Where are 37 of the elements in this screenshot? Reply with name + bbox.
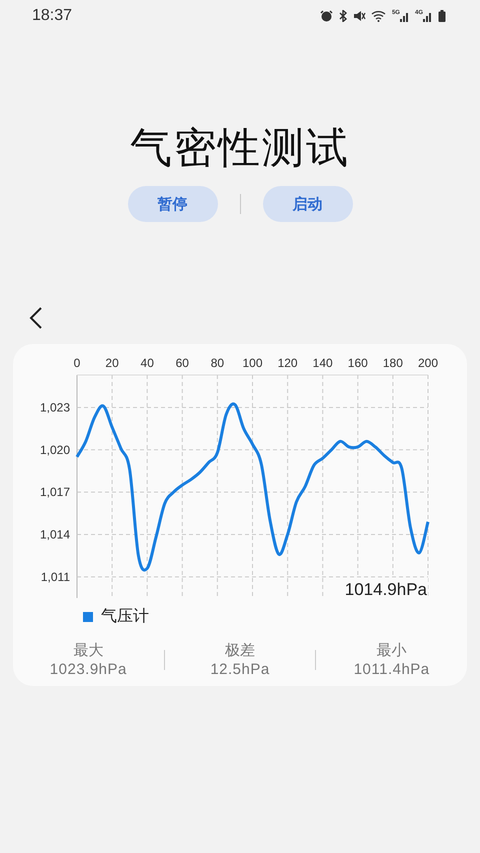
axis-tick-label: 1,023 [40, 400, 70, 414]
legend-label: 气压计 [101, 606, 149, 627]
stat-label: 极差 [225, 641, 255, 660]
axis-tick-label: 120 [278, 356, 298, 370]
axis-tick-label: 20 [105, 356, 119, 370]
alarm-icon [320, 10, 333, 22]
signal-icon [423, 10, 433, 22]
axis-tick-label: 200 [418, 356, 438, 370]
axis-tick-label: 80 [210, 356, 224, 370]
stat-label: 最小 [376, 641, 407, 660]
stat-label: 最大 [73, 641, 104, 660]
stat-value: 1023.9hPa [50, 661, 127, 678]
axis-tick-label: 1,017 [40, 485, 70, 500]
axis-tick-label: 1,014 [40, 527, 70, 542]
axis-tick-label: 1,011 [40, 570, 70, 584]
battery-icon [438, 10, 446, 22]
axis-tick-label: 0 [74, 356, 80, 370]
axis-tick-label: 60 [176, 356, 189, 370]
axis-tick-label: 100 [242, 356, 263, 370]
bluetooth-icon [338, 10, 348, 22]
axis-tick-label: 140 [312, 356, 333, 370]
stat-value: 12.5hPa [210, 661, 270, 678]
clock-time: 18:37 [32, 7, 72, 25]
axis-tick-label: 160 [348, 356, 368, 370]
signal-icon [400, 10, 410, 22]
axis-tick-label: 40 [140, 356, 154, 370]
action-button[interactable]: 暂停 [128, 186, 218, 222]
mute-icon [352, 10, 366, 22]
legend-swatch [83, 612, 93, 622]
axis-tick-label: 180 [382, 356, 403, 370]
back-icon[interactable] [28, 306, 44, 330]
page-title: 气密性测试 [129, 123, 351, 173]
current-reading: 1014.9hPa [344, 580, 427, 599]
wifi-icon [370, 10, 387, 22]
stat-value: 1011.4hPa [354, 661, 430, 678]
axis-tick-label: 1,020 [40, 442, 70, 457]
action-button[interactable]: 启动 [262, 186, 352, 222]
